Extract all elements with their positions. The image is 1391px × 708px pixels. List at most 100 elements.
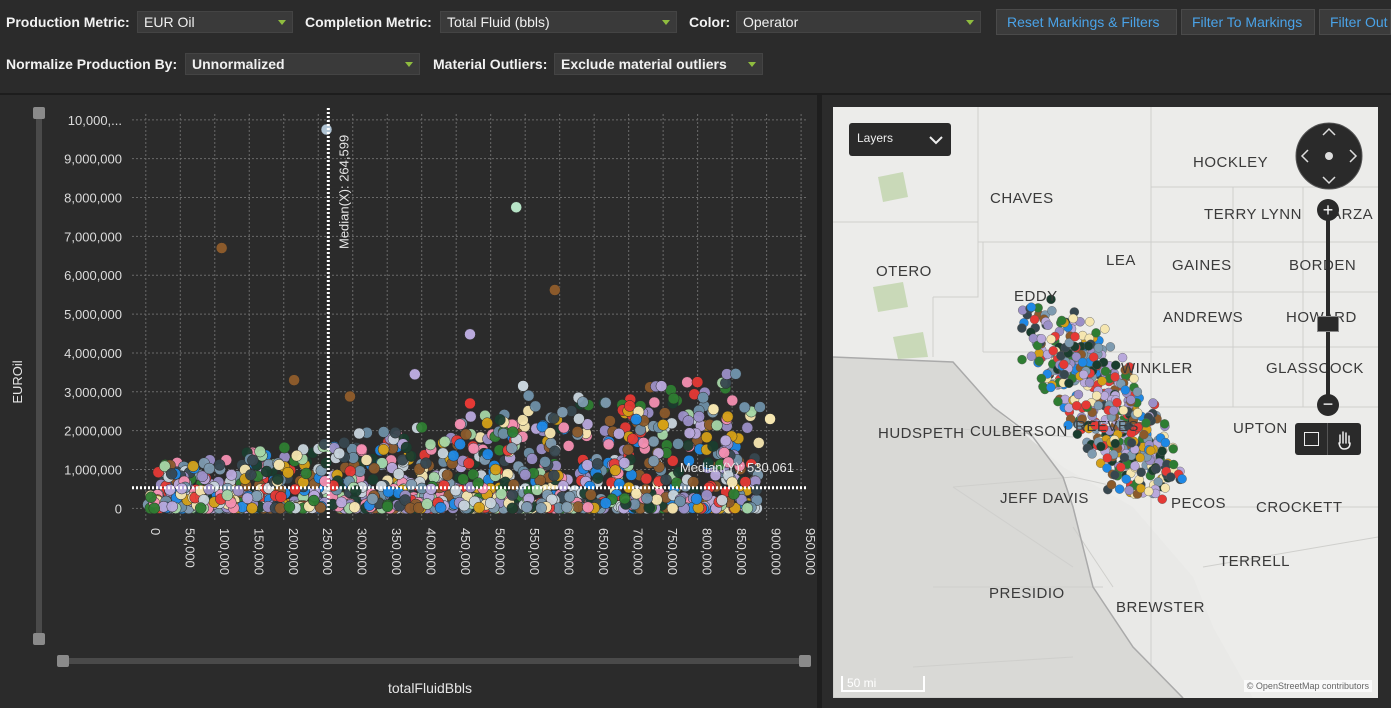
well-point[interactable] [510, 201, 522, 213]
well-point[interactable] [660, 474, 672, 486]
well-point[interactable] [381, 500, 394, 513]
map-well-marker[interactable] [1110, 438, 1121, 449]
map-basemap[interactable] [833, 107, 1378, 698]
map-well-marker[interactable] [1168, 444, 1178, 454]
well-point[interactable] [421, 498, 433, 510]
map-well-marker[interactable] [1083, 341, 1094, 351]
well-point[interactable] [647, 435, 660, 448]
map-well-marker[interactable] [1059, 369, 1070, 380]
well-point[interactable] [641, 492, 653, 505]
well-point[interactable] [300, 467, 312, 480]
well-point[interactable] [424, 438, 437, 451]
map-well-marker[interactable] [1029, 314, 1040, 325]
well-point[interactable] [741, 421, 754, 434]
well-point[interactable] [409, 368, 421, 381]
map-well-marker[interactable] [1118, 405, 1129, 416]
well-point[interactable] [681, 376, 693, 389]
well-point[interactable] [726, 476, 738, 489]
well-point[interactable] [539, 456, 551, 468]
map-well-marker[interactable] [1077, 357, 1088, 368]
layers-dropdown[interactable]: Layers [849, 123, 951, 156]
well-point[interactable] [526, 453, 538, 465]
well-point[interactable] [464, 328, 476, 341]
well-point[interactable] [544, 427, 556, 439]
well-point[interactable] [308, 494, 320, 507]
map-well-marker[interactable] [1091, 328, 1101, 338]
well-point[interactable] [344, 390, 356, 403]
filter-to-markings-button[interactable]: Filter To Markings [1181, 9, 1315, 35]
well-point[interactable] [465, 410, 477, 423]
well-point[interactable] [687, 476, 700, 488]
zoom-slider-handle[interactable] [1317, 316, 1339, 332]
map-well-marker[interactable] [1084, 377, 1095, 388]
well-point[interactable] [667, 392, 680, 405]
well-point[interactable] [203, 462, 216, 475]
map-well-marker[interactable] [1064, 378, 1074, 389]
well-point[interactable] [457, 473, 469, 485]
map-well-marker[interactable] [1068, 313, 1078, 324]
pan-control[interactable] [1294, 121, 1364, 191]
well-point[interactable] [246, 502, 258, 514]
well-point[interactable] [458, 499, 470, 512]
map-well-marker[interactable] [1160, 437, 1171, 448]
panel-divider[interactable] [817, 95, 822, 708]
map-well-marker[interactable] [1136, 467, 1146, 478]
map-well-marker[interactable] [1124, 485, 1134, 496]
well-point[interactable] [506, 442, 518, 454]
well-point[interactable] [571, 426, 584, 438]
well-point[interactable] [473, 501, 485, 514]
well-point[interactable] [707, 440, 719, 452]
pan-hand-icon[interactable] [1328, 423, 1361, 455]
map-well-marker[interactable] [1148, 398, 1158, 408]
well-point[interactable] [225, 469, 238, 481]
scatter-plot-panel[interactable]: 0 50,000 100,000 150,000 200,000 250,000 300,0… [0, 95, 817, 708]
well-point[interactable] [447, 449, 460, 462]
well-point[interactable] [592, 472, 604, 484]
well-point[interactable] [521, 501, 533, 514]
well-point[interactable] [581, 459, 594, 471]
well-point[interactable] [392, 468, 405, 480]
map-well-marker[interactable] [1110, 470, 1120, 480]
completion-metric-dropdown[interactable]: Total Fluid (bbls) [440, 11, 677, 33]
well-point[interactable] [573, 413, 585, 425]
well-point[interactable] [517, 380, 529, 392]
map-well-marker[interactable] [1091, 390, 1102, 401]
map-well-marker[interactable] [1126, 395, 1136, 405]
well-point[interactable] [690, 493, 703, 505]
map-well-marker[interactable] [1110, 372, 1120, 382]
well-point[interactable] [472, 477, 484, 489]
production-metric-dropdown[interactable]: EUR Oil [137, 11, 293, 33]
map-well-marker[interactable] [1114, 484, 1125, 494]
well-point[interactable] [213, 459, 226, 471]
well-point[interactable] [260, 465, 273, 478]
map-well-marker[interactable] [1097, 376, 1107, 386]
map-well-marker[interactable] [1166, 472, 1176, 482]
well-point[interactable] [405, 479, 418, 491]
well-point[interactable] [232, 484, 245, 497]
map-well-marker[interactable] [1059, 359, 1069, 370]
map-well-marker[interactable] [1177, 474, 1187, 484]
well-point[interactable] [463, 457, 475, 470]
well-point[interactable] [507, 426, 519, 438]
well-point[interactable] [618, 492, 631, 505]
well-point[interactable] [495, 488, 508, 500]
color-dropdown[interactable]: Operator [736, 11, 981, 33]
map-well-marker[interactable] [1085, 317, 1095, 327]
well-point[interactable] [707, 403, 720, 416]
well-point[interactable] [741, 502, 754, 515]
well-point[interactable] [655, 380, 668, 392]
reset-markings-button[interactable]: Reset Markings & Filters [996, 9, 1177, 35]
well-point[interactable] [241, 492, 254, 505]
well-point[interactable] [721, 410, 734, 423]
map-well-marker[interactable] [1100, 324, 1110, 334]
map-well-marker[interactable] [1112, 397, 1122, 408]
well-point[interactable] [438, 480, 450, 492]
well-point[interactable] [454, 438, 466, 450]
map-well-marker[interactable] [1100, 366, 1111, 377]
well-point[interactable] [585, 489, 597, 501]
zoom-out-icon[interactable]: − [1317, 394, 1339, 416]
well-point[interactable] [481, 417, 493, 429]
well-point[interactable] [529, 400, 542, 413]
well-point[interactable] [609, 464, 621, 476]
map-well-marker[interactable] [1017, 354, 1027, 365]
